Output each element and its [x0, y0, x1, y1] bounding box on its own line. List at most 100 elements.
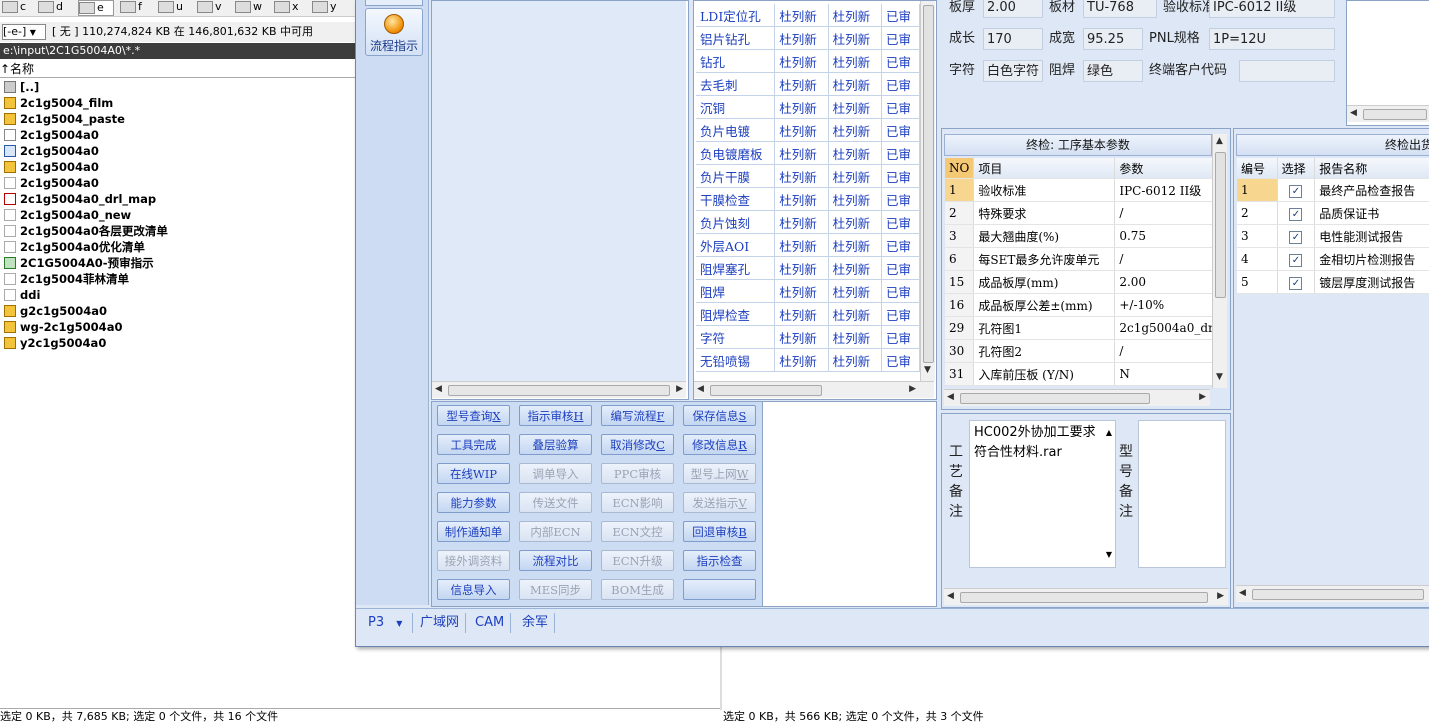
name-column-header[interactable]: ↑名称	[0, 61, 356, 78]
file-list-item[interactable]: 2c1g5004_paste	[4, 111, 354, 127]
params-row[interactable]: 3 最大翘曲度(%) 0.75	[945, 224, 1215, 248]
params-column-header[interactable]: 项目	[973, 158, 1116, 179]
select-cell[interactable]: ✓	[1277, 224, 1316, 248]
scroll-left-icon[interactable]: ◀	[697, 384, 704, 394]
status-p3-dropdown[interactable]: P3 ▼	[364, 613, 413, 633]
vertical-scrollbar[interactable]: ▼	[920, 1, 935, 381]
action-button[interactable]: 制作通知单	[437, 521, 510, 542]
report-row[interactable]: 1 ✓ 最终产品检查报告	[1237, 178, 1429, 202]
select-cell[interactable]: ✓	[1277, 247, 1316, 271]
file-list-item[interactable]: 2c1g5004a0各层更改清单	[4, 223, 354, 239]
horizontal-scrollbar[interactable]: ◀ ▶	[944, 588, 1228, 605]
scroll-up-icon[interactable]: ▲	[1106, 423, 1112, 443]
action-button[interactable]: 调单导入	[519, 463, 592, 484]
params-row[interactable]: 6 每SET最多允许废单元 /	[945, 247, 1215, 271]
file-list-item[interactable]: 2c1g5004a0优化清单	[4, 239, 354, 255]
process-row[interactable]: 阻焊检查 杜列新 杜列新 已审	[696, 302, 920, 326]
drive-d-button[interactable]: d	[38, 0, 70, 14]
action-button[interactable]: 接外调资料	[437, 550, 510, 571]
width-field[interactable]: 95.25	[1083, 28, 1143, 50]
action-button[interactable]: 编写流程F	[601, 405, 674, 426]
material-field[interactable]: TU-768	[1083, 0, 1157, 18]
scroll-down-icon[interactable]: ▼	[1106, 545, 1112, 565]
select-cell[interactable]: ✓	[1277, 201, 1316, 225]
params-column-header[interactable]: 参数	[1114, 158, 1215, 179]
file-list-item[interactable]: ddi	[4, 287, 354, 303]
horizontal-scrollbar[interactable]: ◀ ▶	[944, 389, 1210, 406]
flow-instruction-button[interactable]: 流程指示	[365, 8, 423, 56]
scroll-thumb[interactable]	[1215, 152, 1226, 298]
horizontal-scrollbar[interactable]: ◀	[1347, 105, 1429, 122]
scroll-thumb[interactable]	[710, 385, 822, 396]
action-button[interactable]: MES同步	[519, 579, 592, 600]
params-row[interactable]: 29 孔符图1 2c1g5004a0_dr	[945, 316, 1215, 340]
select-checkbox[interactable]: ✓	[1289, 184, 1303, 198]
scroll-right-icon[interactable]: ▶	[1217, 591, 1224, 601]
process-row[interactable]: 阻焊塞孔 杜列新 杜列新 已审	[696, 256, 920, 280]
file-list-item[interactable]: 2c1g5004a0	[4, 159, 354, 175]
drive-f-button[interactable]: f	[120, 0, 152, 14]
select-cell[interactable]: ✓	[1277, 270, 1316, 294]
action-button[interactable]: 在线WIP	[437, 463, 510, 484]
report-row[interactable]: 3 ✓ 电性能测试报告	[1237, 224, 1429, 248]
report-row[interactable]: 2 ✓ 品质保证书	[1237, 201, 1429, 225]
action-button[interactable]: 保存信息S	[683, 405, 756, 426]
action-button[interactable]: 信息导入	[437, 579, 510, 600]
horizontal-scrollbar[interactable]: ◀ ▶	[694, 381, 934, 398]
select-checkbox[interactable]: ✓	[1289, 230, 1303, 244]
scroll-thumb[interactable]	[448, 385, 670, 396]
scroll-left-icon[interactable]: ◀	[1239, 588, 1246, 598]
action-button[interactable]: 工具完成	[437, 434, 510, 455]
params-row[interactable]: 1 验收标准 IPC-6012 II级	[945, 178, 1215, 202]
action-button[interactable]: 传送文件	[519, 492, 592, 513]
process-row[interactable]: 铝片钻孔 杜列新 杜列新 已审	[696, 26, 920, 50]
process-row[interactable]: 负片蚀刻 杜列新 杜列新 已审	[696, 210, 920, 234]
params-row[interactable]: 30 孔符图2/	[945, 339, 1215, 363]
action-button[interactable]: 叠层验算	[519, 434, 592, 455]
drive-u-button[interactable]: u	[158, 0, 190, 14]
process-row[interactable]: 字符 杜列新 杜列新 已审	[696, 325, 920, 349]
scroll-left-icon[interactable]: ◀	[1350, 108, 1357, 118]
scroll-left-icon[interactable]: ◀	[947, 392, 954, 402]
process-row[interactable]: 负电镀磨板 杜列新 杜列新 已审	[696, 141, 920, 165]
action-button[interactable]: 修改信息R	[683, 434, 756, 455]
process-remark-memo[interactable]: HC002外协加工要求符合性材料.rar ▲ ▼	[969, 420, 1116, 568]
scroll-thumb[interactable]	[960, 393, 1150, 404]
select-checkbox[interactable]: ✓	[1289, 276, 1303, 290]
action-button[interactable]: 型号查询X	[437, 405, 510, 426]
scroll-right-icon[interactable]: ▶	[1199, 392, 1206, 402]
select-checkbox[interactable]: ✓	[1289, 207, 1303, 221]
select-cell[interactable]: ✓	[1277, 178, 1316, 202]
action-button[interactable]: ECN升级	[601, 550, 674, 571]
file-list-item[interactable]: 2c1g5004a0	[4, 127, 354, 143]
action-button[interactable]: BOM生成	[601, 579, 674, 600]
mask-field[interactable]: 绿色	[1083, 60, 1143, 82]
file-list-item[interactable]: 2c1g5004a0	[4, 175, 354, 191]
empty-button[interactable]	[683, 579, 756, 600]
process-row[interactable]: 沉铜 杜列新 杜列新 已审	[696, 95, 920, 119]
report-row[interactable]: 5 ✓ 镀层厚度测试报告	[1237, 270, 1429, 294]
file-list-item[interactable]: 2c1g5004_film	[4, 95, 354, 111]
scroll-down-icon[interactable]: ▼	[924, 365, 931, 375]
action-button[interactable]: 取消修改C	[601, 434, 674, 455]
process-row[interactable]: 外层AOI 杜列新 杜列新 已审	[696, 233, 920, 257]
reports-column-header[interactable]: 选择	[1277, 158, 1316, 179]
char-field[interactable]: 白色字符	[983, 60, 1043, 82]
horizontal-scrollbar[interactable]: ◀	[1236, 585, 1429, 602]
length-field[interactable]: 170	[983, 28, 1043, 50]
process-row[interactable]: 无铅喷锡 杜列新 杜列新 已审	[696, 348, 920, 372]
scroll-right-icon[interactable]: ▶	[676, 384, 683, 394]
drive-y-button[interactable]: y	[312, 0, 344, 14]
file-list-item[interactable]: y2c1g5004a0	[4, 335, 354, 351]
action-button[interactable]: PPC审核	[601, 463, 674, 484]
report-row[interactable]: 4 ✓ 金相切片检测报告	[1237, 247, 1429, 271]
select-checkbox[interactable]: ✓	[1289, 253, 1303, 267]
process-row[interactable]: 干膜检查 杜列新 杜列新 已审	[696, 187, 920, 211]
file-list-item[interactable]: [..]	[4, 79, 354, 95]
scroll-thumb[interactable]	[1252, 589, 1424, 600]
action-button[interactable]: 指示审核H	[519, 405, 592, 426]
pnl-field[interactable]: 1P=12U	[1209, 28, 1335, 50]
process-row[interactable]: LDI定位孔 杜列新 杜列新 已审	[696, 4, 920, 27]
scroll-left-icon[interactable]: ◀	[435, 384, 442, 394]
file-list-item[interactable]: 2c1g5004a0_drl_map	[4, 191, 354, 207]
